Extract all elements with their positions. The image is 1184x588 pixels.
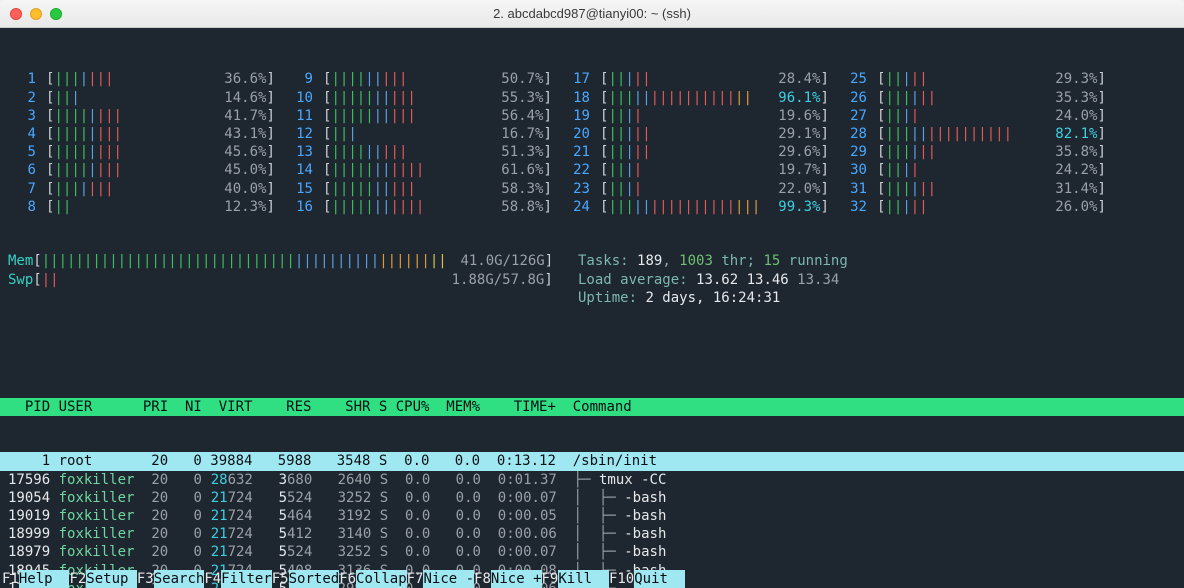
cpu-meter: 11 [|||||||||| 56.4%] <box>285 107 562 125</box>
cpu-meter: 24 [||||||||||||||||||99.3%] <box>562 198 839 216</box>
process-row[interactable]: 1 root 20 0 39884 5988 3548 S 0.0 0.0 0:… <box>0 452 1184 470</box>
cpu-meter: 7 [||||||| 40.0%] <box>8 180 285 198</box>
cpu-meters: 1 [||||||| 36.6%] 2 [||| 14.6%] 3 [|||||… <box>8 70 1176 216</box>
process-row[interactable]: 19019 foxkiller 20 0 21724 5464 3192 S 0… <box>8 507 1176 525</box>
cpu-meter: 3 [|||||||| 41.7%] <box>8 107 285 125</box>
fkey-label[interactable]: Setup <box>86 570 137 588</box>
cpu-meter: 27 [|||| 24.0%] <box>839 107 1116 125</box>
cpu-meter: 15 [|||||||||| 58.3%] <box>285 180 562 198</box>
process-row[interactable]: 19054 foxkiller 20 0 21724 5524 3252 S 0… <box>8 489 1176 507</box>
cpu-meter: 25 [||||| 29.3%] <box>839 70 1116 88</box>
fkey-label[interactable]: Sorted <box>289 570 340 588</box>
cpu-meter: 30 [|||| 24.2%] <box>839 161 1116 179</box>
cpu-meter: 2 [||| 14.6%] <box>8 89 285 107</box>
fkey: F1 <box>2 571 19 587</box>
fkey-label[interactable]: Quit <box>634 570 685 588</box>
cpu-meter: 4 [|||||||| 43.1%] <box>8 125 285 143</box>
cpu-meter: 14 [||||||||||| 61.6%] <box>285 161 562 179</box>
cpu-meter: 26 [|||||| 35.3%] <box>839 89 1116 107</box>
cpu-meter: 28 [||||||||||||||| 82.1%] <box>839 125 1116 143</box>
fkey: F4 <box>204 571 221 587</box>
cpu-meter: 6 [|||||||| 45.0%] <box>8 161 285 179</box>
cpu-meter: 19 [|||| 19.6%] <box>562 107 839 125</box>
cpu-meter: 9 [||||||||| 50.7%] <box>285 70 562 88</box>
fkey-label[interactable]: Collap <box>356 570 407 588</box>
fkey-label[interactable]: Help <box>19 570 70 588</box>
cpu-meter: 18 [||||||||||||||||| 96.1%] <box>562 89 839 107</box>
cpu-meter: 12 [||| 16.7%] <box>285 125 562 143</box>
cpu-meter: 10 [|||||||||| 55.3%] <box>285 89 562 107</box>
cpu-meter: 22 [|||| 19.7%] <box>562 161 839 179</box>
cpu-meter: 20 [||||| 29.1%] <box>562 125 839 143</box>
fkey-label[interactable]: Filter <box>221 570 272 588</box>
function-key-bar: F1Help F2Setup F3SearchF4FilterF5SortedF… <box>0 570 1184 588</box>
fkey-label[interactable]: Nice + <box>491 570 542 588</box>
fkey: F8 <box>474 571 491 587</box>
fkey-label[interactable]: Nice - <box>423 570 474 588</box>
cpu-meter: 17 [||||| 28.4%] <box>562 70 839 88</box>
cpu-meter: 31 [|||||| 31.4%] <box>839 180 1116 198</box>
mem-block: Mem[||||||||||||||||||||||||||||||||||||… <box>8 252 1176 307</box>
fkey: F6 <box>339 571 356 587</box>
cpu-meter: 32 [||||| 26.0%] <box>839 198 1116 216</box>
fkey: F7 <box>407 571 424 587</box>
process-header[interactable]: PID USER PRI NI VIRT RES SHR S CPU% MEM%… <box>0 398 1184 416</box>
fkey: F9 <box>542 571 559 587</box>
cpu-meter: 5 [|||||||| 45.6%] <box>8 143 285 161</box>
cpu-meter: 16 [||||||||||| 58.8%] <box>285 198 562 216</box>
cpu-meter: 8 [|| 12.3%] <box>8 198 285 216</box>
process-list: 1 root 20 0 39884 5988 3548 S 0.0 0.0 0:… <box>8 452 1176 588</box>
process-row[interactable]: 18999 foxkiller 20 0 21724 5412 3140 S 0… <box>8 525 1176 543</box>
cpu-meter: 13 [||||||||| 51.3%] <box>285 143 562 161</box>
fkey-label[interactable]: Search <box>154 570 205 588</box>
titlebar: 2. abcdabcd987@tianyi00: ~ (ssh) <box>0 0 1184 28</box>
cpu-meter: 1 [||||||| 36.6%] <box>8 70 285 88</box>
fkey: F5 <box>272 571 289 587</box>
terminal-content[interactable]: 1 [||||||| 36.6%] 2 [||| 14.6%] 3 [|||||… <box>0 28 1184 588</box>
cpu-meter: 23 [|||| 22.0%] <box>562 180 839 198</box>
cpu-meter: 21 [||||| 29.6%] <box>562 143 839 161</box>
fkey: F3 <box>137 571 154 587</box>
fkey: F10 <box>609 571 634 587</box>
fkey-label[interactable]: Kill <box>558 570 609 588</box>
process-row[interactable]: 18979 foxkiller 20 0 21724 5524 3252 S 0… <box>8 543 1176 561</box>
window-title: 2. abcdabcd987@tianyi00: ~ (ssh) <box>0 6 1184 21</box>
terminal-window: 2. abcdabcd987@tianyi00: ~ (ssh) 1 [||||… <box>0 0 1184 588</box>
fkey: F2 <box>69 571 86 587</box>
cpu-meter: 29 [|||||| 35.8%] <box>839 143 1116 161</box>
process-row[interactable]: 17596 foxkiller 20 0 28632 3680 2640 S 0… <box>8 471 1176 489</box>
